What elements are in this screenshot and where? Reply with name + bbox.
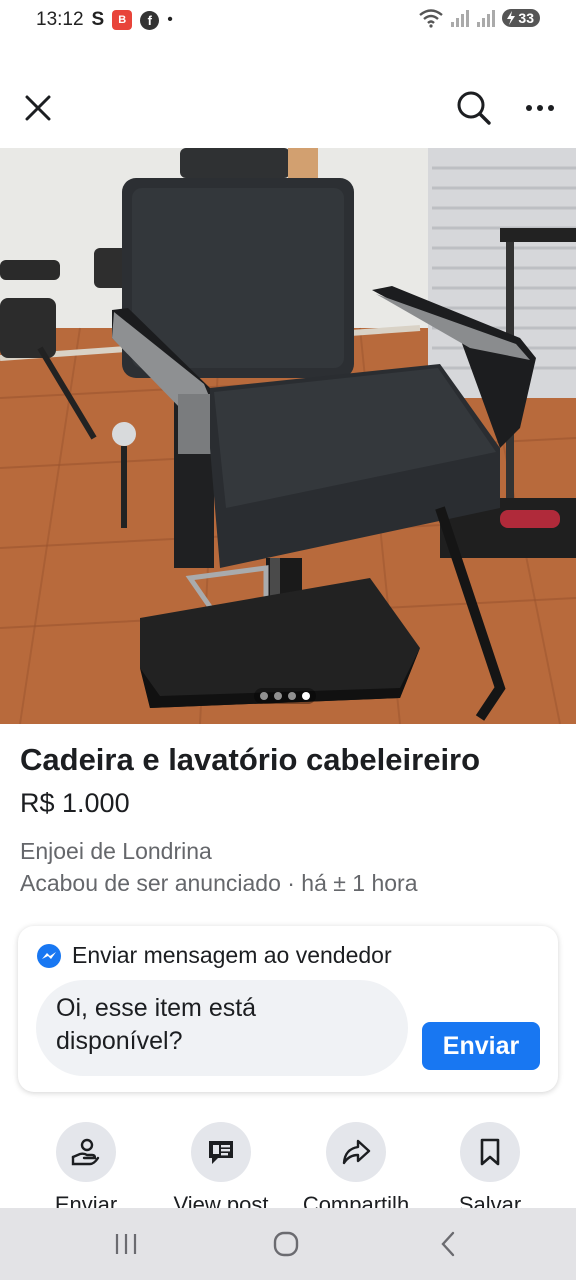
message-input[interactable]: Oi, esse item está disponível? [36,980,408,1076]
photo-carousel-indicator[interactable] [254,688,316,704]
listing-title: Cadeira e lavatório cabeleireiro [20,742,481,777]
s-app-icon: S [91,9,105,30]
action-share-button[interactable]: Compartilh [286,1122,426,1218]
post-icon [209,1141,233,1164]
more-icon [526,105,554,111]
close-button[interactable] [18,88,58,128]
carousel-dot[interactable] [288,692,296,700]
action-save-circle[interactable] [460,1122,520,1182]
message-card-header: Enviar mensagem ao vendedor [36,942,392,969]
action-send-circle[interactable] [56,1122,116,1182]
listing-photo[interactable] [0,148,576,724]
battery-level: 33 [518,10,534,26]
close-icon [25,95,51,121]
listing-actions: Enviar View post Compartilh Salvar [0,1122,576,1217]
send-hand-icon [71,1138,100,1166]
recent-apps-button[interactable] [106,1226,146,1262]
facebook-notification-icon: f [140,10,160,30]
action-save-button[interactable]: Salvar [420,1122,560,1218]
signal-icon-2 [477,10,496,27]
bookmark-icon [480,1138,500,1166]
home-button[interactable] [266,1226,306,1262]
salon-chair-image [0,148,576,724]
posted-time: Acabou de ser anunciado · há ± 1 hora [20,870,418,896]
status-bar: 13:12 S B f • 33 [0,0,576,40]
top-action-bar [0,80,576,136]
more-options-button[interactable] [518,88,562,128]
action-share-circle[interactable] [326,1122,386,1182]
carousel-dot[interactable] [274,692,282,700]
messenger-icon [37,943,61,968]
carousel-dot-active[interactable] [302,692,310,700]
carousel-dot[interactable] [260,692,268,700]
signal-icon [451,10,470,27]
action-view-post-button[interactable]: View post [151,1122,291,1218]
wifi-icon [419,9,444,28]
message-card-title: Enviar mensagem ao vendedor [72,942,392,968]
send-message-button[interactable]: Enviar [422,1022,540,1070]
battery-indicator: 33 [502,9,540,27]
back-button[interactable] [428,1226,468,1262]
action-send-button[interactable]: Enviar [16,1122,156,1218]
home-icon [273,1231,299,1257]
message-seller-card: Enviar mensagem ao vendedor Oi, esse ite… [18,926,558,1092]
share-icon [342,1139,371,1165]
action-view-post-circle[interactable] [191,1122,251,1182]
search-button[interactable] [452,86,496,130]
listing-price: R$ 1.000 [20,788,130,818]
charging-icon [507,11,516,25]
system-navigation-bar [0,1208,576,1280]
more-notifications-dot: • [167,11,173,28]
app-notification-icon: B [112,10,133,30]
search-icon [457,91,491,125]
back-icon [441,1231,455,1257]
seller-name[interactable]: Enjoei de Londrina [20,838,212,865]
recent-apps-icon [115,1234,137,1254]
status-time: 13:12 [36,9,84,30]
